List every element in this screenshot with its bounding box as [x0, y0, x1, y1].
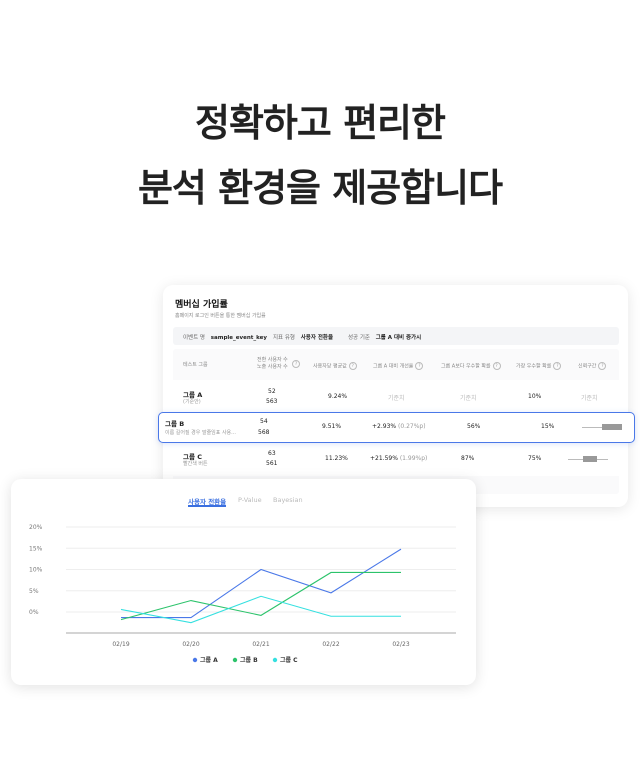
event-key-filter[interactable]: 이벤트 명 sample_event_key: [183, 333, 267, 341]
filter-bar: 이벤트 명 sample_event_key 지표 유형 사용자 전환율 성공 …: [173, 327, 619, 345]
prob-better: 87%: [461, 455, 475, 462]
prob-best: 10%: [528, 393, 542, 400]
exposed-users: 563: [266, 398, 278, 405]
legend-label: 그룹 C: [280, 656, 298, 664]
prob-better: 56%: [467, 423, 481, 430]
avg-value: 9.51%: [322, 423, 342, 430]
y-tick-label: 0%: [29, 609, 39, 616]
header-prob-best-label: 가장 우수할 확률: [516, 363, 552, 370]
series-line-1: [121, 548, 402, 619]
metric-type-filter[interactable]: 지표 유형 사용자 전환율: [273, 333, 333, 341]
header-group: 테스트 그룹: [183, 362, 208, 368]
improve-rate: +21.59% (1.99%p): [370, 455, 427, 462]
table-row-highlighted[interactable]: 그룹 B 이름 길어질 경우 말줄임표 사용... 54 568 9.51% +…: [158, 412, 635, 443]
x-tick-label: 02/23: [392, 641, 409, 648]
header-prob-better-label: 그룹 A보다 우수할 확률: [441, 363, 491, 370]
results-table-card: 멤버십 가입률 홈페이지 로그인 버튼을 통한 멤버십 가입률 이벤트 명 sa…: [163, 285, 628, 507]
success-criteria-filter[interactable]: 성공 기준 그룹 A 대비 증가시: [348, 333, 421, 341]
help-icon[interactable]: ?: [598, 362, 607, 370]
x-tick-label: 02/20: [182, 641, 199, 648]
header-improve-label: 그룹 A 대비 개선율: [373, 363, 414, 370]
exposed-users: 561: [266, 460, 278, 467]
converted-users: 63: [268, 450, 276, 457]
x-tick-label: 02/21: [252, 641, 269, 648]
legend-marker: [192, 657, 198, 663]
card-subtitle: 홈페이지 로그인 버튼을 통한 멤버십 가입률: [175, 313, 266, 319]
success-value: 그룹 A 대비 증가시: [375, 335, 422, 341]
headline-line1: 정확하고 편리한: [195, 101, 446, 145]
header-users: 전환 사용자 수 노출 사용자 수: [257, 357, 288, 371]
series-line-3: [120, 595, 401, 624]
x-tick-label: 02/22: [322, 641, 339, 648]
help-icon[interactable]: ?: [415, 362, 424, 370]
exposed-users: 568: [258, 429, 270, 436]
table-header: 테스트 그룹 전환 사용자 수 노출 사용자 수 ? 사용자당 평균값? 그룹 …: [173, 349, 619, 382]
legend-marker: [232, 657, 238, 663]
group-name: 그룹 B: [165, 420, 185, 428]
legend-marker: [272, 657, 278, 663]
card-title: 멤버십 가입률: [175, 300, 228, 310]
success-label: 성공 기준: [348, 335, 370, 341]
y-tick-label: 20%: [29, 524, 43, 531]
improve-rate: +2.93% (0.27%p): [372, 423, 426, 430]
metric-type-value: 사용자 전환율: [300, 335, 334, 341]
header-prob-better: 그룹 A보다 우수할 확률?: [441, 362, 501, 371]
header-avg-label: 사용자당 평균값: [313, 363, 347, 370]
help-icon[interactable]: ?: [553, 362, 562, 370]
table-row[interactable]: 그룹 C 빨간색 버튼 63 561 11.23% +21.59% (1.99%…: [173, 442, 619, 476]
group-desc: 빨간색 버튼: [183, 461, 208, 467]
metric-type-label: 지표 유형: [273, 335, 295, 341]
improve-pp: (0.27%p): [398, 423, 426, 430]
event-key-label: 이벤트 명: [183, 335, 205, 341]
header-prob-best: 가장 우수할 확률?: [516, 362, 562, 371]
converted-users: 52: [268, 388, 276, 395]
avg-value: 9.24%: [328, 393, 348, 400]
header-exposed: 노출 사용자 수: [257, 364, 288, 370]
improve-pct: +21.59%: [370, 455, 398, 462]
header-ci: 신뢰구간?: [578, 362, 607, 371]
y-tick-label: 15%: [29, 545, 43, 552]
prob-best: 15%: [541, 423, 555, 430]
headline-line2: 분석 환경을 제공합니다: [137, 166, 503, 210]
prob-better: 기준치: [460, 395, 477, 402]
legend-label: 그룹 A: [200, 656, 218, 664]
group-desc: (기준안): [183, 399, 201, 405]
legend-label: 그룹 B: [240, 656, 258, 664]
help-icon[interactable]: ?: [492, 362, 501, 370]
event-key-value: sample_event_key: [210, 335, 267, 341]
table-row[interactable]: 그룹 A (기준안) 52 563 9.24% 기준치 기준치 10% 기준치: [173, 380, 619, 414]
help-icon[interactable]: ?: [292, 360, 300, 368]
x-tick-label: 02/19: [112, 641, 129, 648]
header-converted: 전환 사용자 수: [257, 357, 288, 363]
avg-value: 11.23%: [325, 455, 348, 462]
header-avg: 사용자당 평균값?: [313, 362, 357, 371]
improve-pct: +2.93%: [372, 423, 397, 430]
y-tick-label: 10%: [29, 567, 43, 574]
prob-best: 75%: [528, 455, 542, 462]
chart-card: 사용자 전환율 P-Value Bayesian 20% 15% 10% 5% 0% 02…: [11, 479, 476, 685]
improve-pp: (1.99%p): [399, 455, 428, 462]
y-tick-label: 5%: [29, 588, 39, 595]
improve-rate: 기준치: [388, 395, 405, 402]
line-chart: 20% 15% 10% 5% 0% 02/19 02/20 02/21 02/22 02/23 그룹…: [29, 524, 456, 664]
confidence-interval: 기준치: [581, 395, 598, 402]
header-improve: 그룹 A 대비 개선율?: [373, 362, 424, 371]
help-icon[interactable]: ?: [348, 362, 357, 370]
group-desc: 이름 길어질 경우 말줄임표 사용...: [165, 430, 236, 436]
converted-users: 54: [260, 418, 268, 425]
header-ci-label: 신뢰구간: [578, 363, 597, 370]
